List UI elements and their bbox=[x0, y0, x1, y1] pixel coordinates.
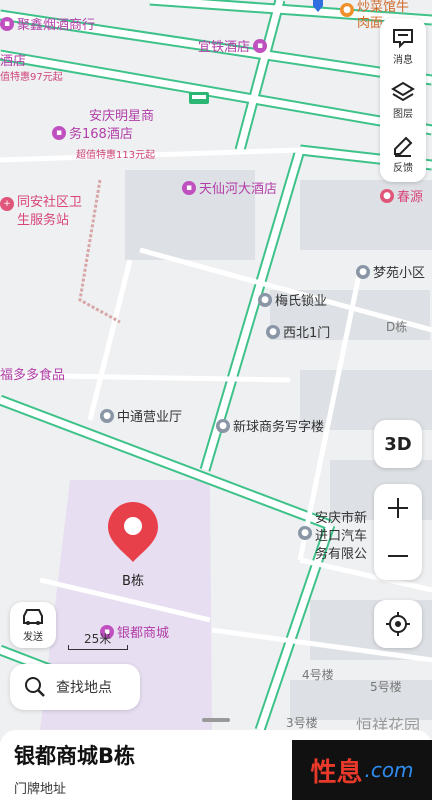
marker-label: B栋 bbox=[122, 574, 144, 589]
promo-text: 值特惠97元起 bbox=[0, 72, 63, 83]
zoom-controls bbox=[374, 484, 422, 580]
poi-chunyuan[interactable]: ● 春源 bbox=[380, 186, 423, 205]
poi-jiudian[interactable]: 酒店 bbox=[0, 50, 26, 69]
poi-label-2: 进口汽车 bbox=[315, 529, 368, 544]
hotel-icon: ▪ bbox=[0, 16, 14, 31]
residence-icon: ● bbox=[356, 264, 370, 279]
poi-tianxian[interactable]: ▪ 天仙河大酒店 bbox=[182, 178, 277, 197]
poi-label: 中通营业厅 bbox=[117, 410, 183, 425]
poi-yitie[interactable]: 宜铁酒店 ▪ bbox=[198, 36, 268, 55]
layers-button[interactable]: 图层 bbox=[380, 74, 426, 126]
poi-jujin[interactable]: ▪ 聚鑫烟酒商行 bbox=[0, 14, 95, 33]
poi-mingxing[interactable]: ▪ 安庆明星商 务168酒店 bbox=[52, 108, 154, 144]
search-placeholder: 查找地点 bbox=[56, 680, 112, 696]
search-box[interactable]: 查找地点 bbox=[10, 664, 140, 710]
poi-label: 炒菜馆牛 bbox=[357, 0, 410, 15]
hotel-icon: ▪ bbox=[52, 126, 66, 140]
poi-label-2: 务168酒店 bbox=[69, 127, 133, 142]
layers-icon bbox=[391, 81, 415, 102]
message-icon bbox=[393, 29, 413, 49]
selected-location-marker[interactable]: B栋 bbox=[106, 500, 160, 589]
hotel-icon: ▪ bbox=[253, 38, 268, 53]
pin-icon: ● bbox=[380, 188, 394, 203]
poi-label: 天仙河大酒店 bbox=[199, 182, 278, 197]
feedback-label: 反馈 bbox=[393, 163, 413, 174]
search-icon bbox=[25, 677, 45, 697]
poi-zhongtong[interactable]: ● 中通营业厅 bbox=[100, 406, 182, 425]
poi-label: 安庆市新 bbox=[315, 511, 368, 526]
poi-xinqiu[interactable]: ● 新球商务写字楼 bbox=[216, 416, 324, 435]
sheet-drag-handle[interactable] bbox=[202, 718, 230, 722]
car-share-icon bbox=[23, 608, 43, 625]
poi-label: 西北1门 bbox=[283, 326, 331, 341]
building-label: D栋 bbox=[386, 320, 408, 334]
promo-text: 超值特惠113元起 bbox=[76, 150, 156, 161]
building-label: 3号楼 bbox=[286, 716, 318, 730]
place-title: 银都商城B栋 bbox=[14, 744, 136, 768]
poi-label: 酒店 bbox=[0, 54, 27, 69]
location-icon: ● bbox=[258, 292, 272, 307]
poi-label: 安庆明星商 bbox=[89, 109, 155, 124]
messages-button[interactable]: 消息 bbox=[380, 20, 426, 72]
watermark-text: 性息 bbox=[310, 757, 363, 788]
map-tools-panel: 消息 图层 反馈 bbox=[380, 18, 426, 182]
map-pin-icon bbox=[108, 502, 158, 562]
poi-tongan[interactable]: + 同安社区卫 生服务站 bbox=[0, 194, 82, 230]
watermark-suffix: .com bbox=[364, 758, 414, 782]
clinic-icon: + bbox=[0, 197, 14, 211]
building-label: 5号楼 bbox=[370, 680, 402, 694]
gate-icon: ● bbox=[266, 324, 280, 339]
poi-label: 新球商务写字楼 bbox=[233, 420, 325, 435]
minus-icon bbox=[388, 555, 408, 557]
hotel-icon: ▪ bbox=[182, 180, 196, 195]
messages-label: 消息 bbox=[393, 55, 413, 66]
zoom-out-button[interactable] bbox=[374, 532, 422, 580]
watermark: 性息 .com bbox=[292, 740, 432, 800]
crosshair-icon bbox=[386, 612, 410, 636]
poi-meishi[interactable]: ● 梅氏锁业 bbox=[258, 290, 327, 309]
layers-label: 图层 bbox=[393, 109, 413, 120]
zoom-in-button[interactable] bbox=[374, 484, 422, 532]
poi-label: 春源 bbox=[397, 190, 424, 205]
send-button[interactable]: 发送 bbox=[10, 602, 56, 648]
poi-label-2: 生服务站 bbox=[17, 213, 70, 228]
location-icon: ● bbox=[298, 526, 312, 540]
poi-xinjinkou[interactable]: ● 安庆市新 进口汽车 务有限公 bbox=[298, 510, 367, 564]
place-subtitle: 门牌地址 bbox=[14, 782, 67, 797]
locate-me-button[interactable] bbox=[374, 600, 422, 648]
scale-line bbox=[68, 645, 128, 650]
poi-fuduoduo[interactable]: 福多多食品 bbox=[0, 364, 65, 383]
building-label: 4号楼 bbox=[302, 668, 334, 682]
3d-toggle-button[interactable]: 3D bbox=[374, 420, 422, 468]
poi-label: 聚鑫烟酒商行 bbox=[17, 18, 96, 33]
send-label: 发送 bbox=[23, 631, 43, 643]
poi-label: 福多多食品 bbox=[0, 368, 66, 383]
3d-label: 3D bbox=[384, 433, 412, 455]
poi-label: 同安社区卫 bbox=[17, 195, 83, 210]
poi-label: 宜铁酒店 bbox=[198, 40, 251, 55]
food-icon: ● bbox=[340, 3, 354, 17]
poi-label: 梅氏锁业 bbox=[275, 294, 328, 309]
scale-bar: 25米 bbox=[68, 632, 128, 650]
poi-xibei[interactable]: ● 西北1门 bbox=[266, 322, 330, 341]
location-icon: ● bbox=[100, 408, 114, 423]
poi-label-3: 务有限公 bbox=[315, 547, 368, 562]
plus-icon bbox=[388, 498, 408, 518]
poi-mengyuan[interactable]: ● 梦苑小区 bbox=[356, 262, 425, 281]
edit-icon bbox=[394, 136, 413, 157]
poi-label: 梦苑小区 bbox=[373, 266, 426, 281]
office-icon: ● bbox=[216, 418, 230, 433]
feedback-button[interactable]: 反馈 bbox=[380, 128, 426, 180]
